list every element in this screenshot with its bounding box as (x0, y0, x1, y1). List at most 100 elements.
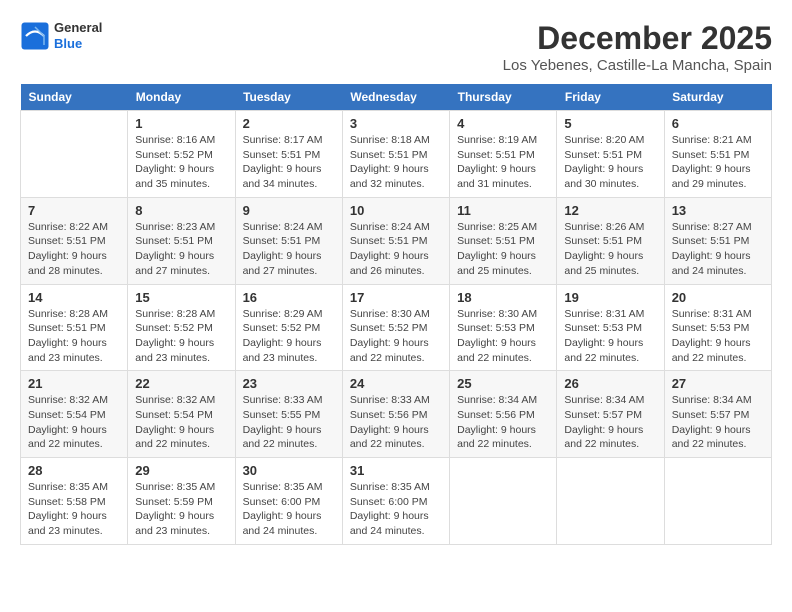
day-number: 9 (243, 203, 335, 218)
cell-w5-d1: 28 Sunrise: 8:35 AMSunset: 5:58 PMDayligh… (21, 458, 128, 545)
day-info: Sunrise: 8:30 AMSunset: 5:53 PMDaylight:… (457, 307, 549, 366)
cell-w1-d5: 4 Sunrise: 8:19 AMSunset: 5:51 PMDaylight… (450, 111, 557, 198)
cell-w1-d6: 5 Sunrise: 8:20 AMSunset: 5:51 PMDaylight… (557, 111, 664, 198)
cell-w3-d1: 14 Sunrise: 8:28 AMSunset: 5:51 PMDayligh… (21, 284, 128, 371)
cell-w4-d7: 27 Sunrise: 8:34 AMSunset: 5:57 PMDayligh… (664, 371, 771, 458)
day-number: 30 (243, 463, 335, 478)
day-info: Sunrise: 8:24 AMSunset: 5:51 PMDaylight:… (350, 220, 442, 279)
day-info: Sunrise: 8:19 AMSunset: 5:51 PMDaylight:… (457, 133, 549, 192)
day-info: Sunrise: 8:30 AMSunset: 5:52 PMDaylight:… (350, 307, 442, 366)
calendar-title: December 2025 (503, 20, 772, 57)
day-info: Sunrise: 8:32 AMSunset: 5:54 PMDaylight:… (28, 393, 120, 452)
day-info: Sunrise: 8:32 AMSunset: 5:54 PMDaylight:… (135, 393, 227, 452)
cell-w5-d6 (557, 458, 664, 545)
day-info: Sunrise: 8:31 AMSunset: 5:53 PMDaylight:… (672, 307, 764, 366)
day-info: Sunrise: 8:17 AMSunset: 5:51 PMDaylight:… (243, 133, 335, 192)
day-number: 28 (28, 463, 120, 478)
day-info: Sunrise: 8:35 AMSunset: 5:59 PMDaylight:… (135, 480, 227, 539)
day-info: Sunrise: 8:31 AMSunset: 5:53 PMDaylight:… (564, 307, 656, 366)
page-header: General Blue December 2025 Los Yebenes, … (20, 20, 772, 74)
cell-w2-d7: 13Sunrise: 8:27 AMSunset: 5:51 PMDayligh… (664, 197, 771, 284)
cell-w4-d3: 23 Sunrise: 8:33 AMSunset: 5:55 PMDayligh… (235, 371, 342, 458)
header-wednesday: Wednesday (342, 84, 449, 111)
logo-icon (20, 21, 50, 51)
day-number: 14 (28, 290, 120, 305)
day-number: 6 (672, 116, 764, 131)
day-info: Sunrise: 8:26 AMSunset: 5:51 PMDaylight:… (564, 220, 656, 279)
calendar-table: Sunday Monday Tuesday Wednesday Thursday… (20, 84, 772, 545)
header-sunday: Sunday (21, 84, 128, 111)
day-info: Sunrise: 8:35 AMSunset: 5:58 PMDaylight:… (28, 480, 120, 539)
logo-blue-text: Blue (54, 36, 102, 52)
day-number: 5 (564, 116, 656, 131)
day-number: 25 (457, 376, 549, 391)
week-row-4: 21Sunrise: 8:32 AMSunset: 5:54 PMDayligh… (21, 371, 772, 458)
day-number: 24 (350, 376, 442, 391)
day-number: 18 (457, 290, 549, 305)
cell-w4-d4: 24 Sunrise: 8:33 AMSunset: 5:56 PMDayligh… (342, 371, 449, 458)
week-row-5: 28 Sunrise: 8:35 AMSunset: 5:58 PMDayligh… (21, 458, 772, 545)
day-number: 31 (350, 463, 442, 478)
day-number: 4 (457, 116, 549, 131)
day-number: 1 (135, 116, 227, 131)
header-thursday: Thursday (450, 84, 557, 111)
cell-w2-d4: 10 Sunrise: 8:24 AMSunset: 5:51 PMDayligh… (342, 197, 449, 284)
cell-w4-d5: 25 Sunrise: 8:34 AMSunset: 5:56 PMDayligh… (450, 371, 557, 458)
day-number: 22 (135, 376, 227, 391)
day-number: 26 (564, 376, 656, 391)
day-number: 12 (564, 203, 656, 218)
day-number: 7 (28, 203, 120, 218)
cell-w1-d7: 6 Sunrise: 8:21 AMSunset: 5:51 PMDaylight… (664, 111, 771, 198)
day-info: Sunrise: 8:34 AMSunset: 5:56 PMDaylight:… (457, 393, 549, 452)
cell-w3-d7: 20 Sunrise: 8:31 AMSunset: 5:53 PMDayligh… (664, 284, 771, 371)
title-area: December 2025 Los Yebenes, Castille-La M… (503, 20, 772, 74)
cell-w2-d1: 7 Sunrise: 8:22 AMSunset: 5:51 PMDaylight… (21, 197, 128, 284)
cell-w3-d6: 19 Sunrise: 8:31 AMSunset: 5:53 PMDayligh… (557, 284, 664, 371)
day-number: 16 (243, 290, 335, 305)
week-row-1: 1 Sunrise: 8:16 AMSunset: 5:52 PMDaylight… (21, 111, 772, 198)
header-monday: Monday (128, 84, 235, 111)
day-info: Sunrise: 8:24 AMSunset: 5:51 PMDaylight:… (243, 220, 335, 279)
cell-w3-d3: 16Sunrise: 8:29 AMSunset: 5:52 PMDayligh… (235, 284, 342, 371)
cell-w1-d2: 1 Sunrise: 8:16 AMSunset: 5:52 PMDaylight… (128, 111, 235, 198)
cell-w5-d7 (664, 458, 771, 545)
cell-w5-d2: 29 Sunrise: 8:35 AMSunset: 5:59 PMDayligh… (128, 458, 235, 545)
day-info: Sunrise: 8:33 AMSunset: 5:56 PMDaylight:… (350, 393, 442, 452)
header-tuesday: Tuesday (235, 84, 342, 111)
logo-general-text: General (54, 20, 102, 36)
day-info: Sunrise: 8:28 AMSunset: 5:52 PMDaylight:… (135, 307, 227, 366)
cell-w1-d3: 2Sunrise: 8:17 AMSunset: 5:51 PMDaylight… (235, 111, 342, 198)
day-info: Sunrise: 8:20 AMSunset: 5:51 PMDaylight:… (564, 133, 656, 192)
day-info: Sunrise: 8:33 AMSunset: 5:55 PMDaylight:… (243, 393, 335, 452)
day-info: Sunrise: 8:22 AMSunset: 5:51 PMDaylight:… (28, 220, 120, 279)
cell-w1-d4: 3 Sunrise: 8:18 AMSunset: 5:51 PMDaylight… (342, 111, 449, 198)
day-number: 19 (564, 290, 656, 305)
cell-w3-d2: 15 Sunrise: 8:28 AMSunset: 5:52 PMDayligh… (128, 284, 235, 371)
day-info: Sunrise: 8:35 AMSunset: 6:00 PMDaylight:… (350, 480, 442, 539)
day-info: Sunrise: 8:23 AMSunset: 5:51 PMDaylight:… (135, 220, 227, 279)
day-number: 15 (135, 290, 227, 305)
logo: General Blue (20, 20, 102, 51)
cell-w5-d3: 30 Sunrise: 8:35 AMSunset: 6:00 PMDayligh… (235, 458, 342, 545)
day-info: Sunrise: 8:16 AMSunset: 5:52 PMDaylight:… (135, 133, 227, 192)
day-number: 23 (243, 376, 335, 391)
day-number: 27 (672, 376, 764, 391)
day-info: Sunrise: 8:28 AMSunset: 5:51 PMDaylight:… (28, 307, 120, 366)
day-info: Sunrise: 8:25 AMSunset: 5:51 PMDaylight:… (457, 220, 549, 279)
day-number: 10 (350, 203, 442, 218)
calendar-subtitle: Los Yebenes, Castille-La Mancha, Spain (503, 57, 772, 74)
cell-w3-d5: 18 Sunrise: 8:30 AMSunset: 5:53 PMDayligh… (450, 284, 557, 371)
day-number: 20 (672, 290, 764, 305)
day-number: 29 (135, 463, 227, 478)
header-friday: Friday (557, 84, 664, 111)
cell-w3-d4: 17Sunrise: 8:30 AMSunset: 5:52 PMDayligh… (342, 284, 449, 371)
day-number: 3 (350, 116, 442, 131)
day-info: Sunrise: 8:18 AMSunset: 5:51 PMDaylight:… (350, 133, 442, 192)
day-number: 13 (672, 203, 764, 218)
day-info: Sunrise: 8:21 AMSunset: 5:51 PMDaylight:… (672, 133, 764, 192)
day-info: Sunrise: 8:35 AMSunset: 6:00 PMDaylight:… (243, 480, 335, 539)
cell-w1-d1 (21, 111, 128, 198)
day-info: Sunrise: 8:34 AMSunset: 5:57 PMDaylight:… (672, 393, 764, 452)
cell-w5-d4: 31 Sunrise: 8:35 AMSunset: 6:00 PMDayligh… (342, 458, 449, 545)
day-number: 8 (135, 203, 227, 218)
